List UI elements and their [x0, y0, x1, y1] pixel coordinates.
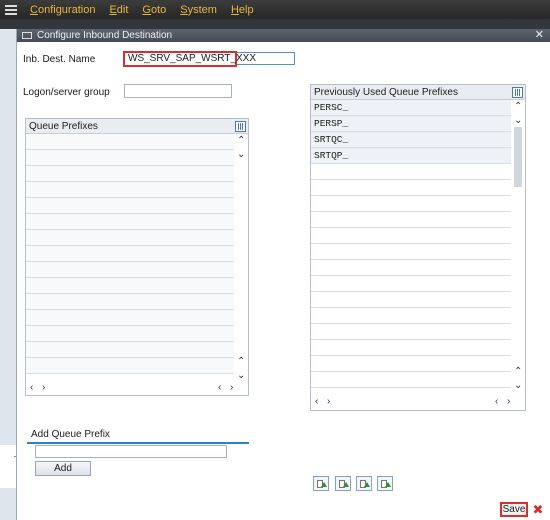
scroll-right-icon[interactable]: ›	[42, 382, 45, 393]
table-row[interactable]	[311, 244, 525, 260]
table-row[interactable]	[26, 278, 248, 294]
table-row[interactable]: PERSC_	[311, 100, 525, 116]
queue-prefixes-header: Queue Prefixes	[26, 119, 248, 134]
table-row[interactable]	[26, 182, 248, 198]
table-row[interactable]	[311, 228, 525, 244]
table-row[interactable]	[26, 310, 248, 326]
move-up-icon[interactable]	[313, 476, 329, 491]
previous-prefixes-header: Previously Used Queue Prefixes	[311, 85, 525, 100]
menu-edit[interactable]: Edit	[109, 4, 128, 16]
menu-help[interactable]: Help	[231, 4, 254, 16]
move-down-icon[interactable]	[356, 476, 372, 491]
table-row[interactable]	[26, 294, 248, 310]
scroll-left-icon[interactable]: ‹	[218, 382, 221, 393]
add-button[interactable]: Add	[35, 461, 91, 476]
table-row[interactable]	[26, 150, 248, 166]
logon-server-group-label: Logon/server group	[23, 87, 110, 98]
table-row[interactable]	[26, 214, 248, 230]
save-button[interactable]: Save	[500, 502, 528, 517]
queue-prefixes-vertical-scrollbar[interactable]: ⌃ ⌄ ⌃ ⌄	[234, 134, 248, 382]
previous-prefixes-horizontal-scrollbar[interactable]: ‹ › ‹ ›	[311, 396, 525, 410]
scroll-right-icon[interactable]: ›	[327, 396, 330, 407]
scrollbar-thumb[interactable]	[514, 127, 522, 187]
queue-prefixes-rows	[26, 134, 248, 374]
table-row[interactable]	[26, 230, 248, 246]
scroll-down-icon[interactable]: ⌄	[514, 115, 522, 126]
dialog-title: Configure Inbound Destination	[37, 30, 173, 41]
close-icon[interactable]: ✕	[535, 29, 544, 42]
table-settings-icon[interactable]	[512, 87, 523, 98]
table-row[interactable]	[311, 292, 525, 308]
previous-prefixes-column-header: Previously Used Queue Prefixes	[314, 86, 458, 98]
table-row[interactable]	[311, 196, 525, 212]
table-row[interactable]	[311, 340, 525, 356]
table-row[interactable]: PERSP_	[311, 116, 525, 132]
add-queue-prefix-input[interactable]	[35, 445, 227, 458]
scroll-up-icon[interactable]: ⌃	[237, 356, 245, 367]
dialog-window-icon	[22, 32, 32, 39]
add-queue-prefix-panel: Add Queue Prefix Add	[27, 427, 249, 480]
scroll-up-icon[interactable]: ⌃	[237, 135, 245, 146]
table-settings-icon[interactable]	[235, 121, 246, 132]
scroll-left-icon[interactable]: ‹	[495, 396, 498, 407]
menu-system[interactable]: System	[180, 4, 217, 16]
configure-inbound-destination-dialog: Configure Inbound Destination ✕ Inb. Des…	[16, 29, 550, 520]
scroll-up-icon[interactable]: ⌃	[514, 101, 522, 112]
table-row[interactable]	[26, 358, 248, 374]
dialog-titlebar: Configure Inbound Destination ✕	[17, 29, 550, 42]
cancel-icon[interactable]: ✖	[531, 502, 545, 517]
menu-bar: Configuration Edit Goto System Help	[0, 0, 550, 19]
scroll-down-icon[interactable]: ⌄	[237, 149, 245, 160]
previously-used-queue-prefixes-table: Previously Used Queue Prefixes PERSC_ PER…	[310, 84, 526, 411]
queue-prefixes-horizontal-scrollbar[interactable]: ‹ › ‹ ›	[26, 382, 248, 395]
toolbar-strip	[0, 19, 550, 29]
queue-prefixes-column-header: Queue Prefixes	[29, 120, 98, 132]
table-row[interactable]	[311, 212, 525, 228]
table-row[interactable]	[311, 324, 525, 340]
scroll-right-icon[interactable]: ›	[507, 396, 510, 407]
scroll-left-icon[interactable]: ‹	[30, 382, 33, 393]
table-row[interactable]	[311, 164, 525, 180]
menu-goto[interactable]: Goto	[142, 4, 166, 16]
previous-prefixes-rows: PERSC_ PERSP_ SRTQC_ SRTQP_	[311, 100, 525, 388]
queue-prefixes-table: Queue Prefixes ⌃ ⌄ ⌃ ⌄ ‹ › ‹ ›	[25, 118, 249, 396]
scroll-down-icon[interactable]: ⌄	[514, 380, 522, 391]
table-row[interactable]	[311, 260, 525, 276]
table-row[interactable]: SRTQC_	[311, 132, 525, 148]
inb-dest-name-input[interactable]: WS_SRV_SAP_WSRT_XXX	[123, 51, 256, 67]
table-row[interactable]	[26, 262, 248, 278]
table-row[interactable]: SRTQP_	[311, 148, 525, 164]
scroll-up-icon[interactable]: ⌃	[514, 366, 522, 377]
table-row[interactable]	[311, 276, 525, 292]
table-row[interactable]	[311, 308, 525, 324]
add-queue-prefix-title: Add Queue Prefix	[27, 428, 249, 444]
table-row[interactable]	[311, 356, 525, 372]
table-row[interactable]	[26, 134, 248, 150]
inb-dest-name-label: Inb. Dest. Name	[23, 54, 96, 65]
background-panel	[0, 445, 16, 488]
previous-prefixes-vertical-scrollbar[interactable]: ⌃ ⌄ ⌃ ⌄	[511, 100, 525, 394]
scroll-down-icon[interactable]: ⌄	[237, 370, 245, 381]
table-row[interactable]	[311, 372, 525, 388]
table-row[interactable]	[26, 326, 248, 342]
table-row[interactable]	[311, 180, 525, 196]
scroll-right-icon[interactable]: ›	[230, 382, 233, 393]
scroll-left-icon[interactable]: ‹	[315, 396, 318, 407]
menu-icon[interactable]	[5, 4, 19, 15]
insert-row-icon[interactable]	[335, 476, 351, 491]
menu-configuration[interactable]: Configuration	[30, 4, 95, 16]
table-row[interactable]	[26, 166, 248, 182]
append-row-icon[interactable]	[377, 476, 393, 491]
logon-server-group-input[interactable]	[124, 84, 232, 98]
table-row[interactable]	[26, 198, 248, 214]
table-row[interactable]	[26, 246, 248, 262]
table-row[interactable]	[26, 342, 248, 358]
